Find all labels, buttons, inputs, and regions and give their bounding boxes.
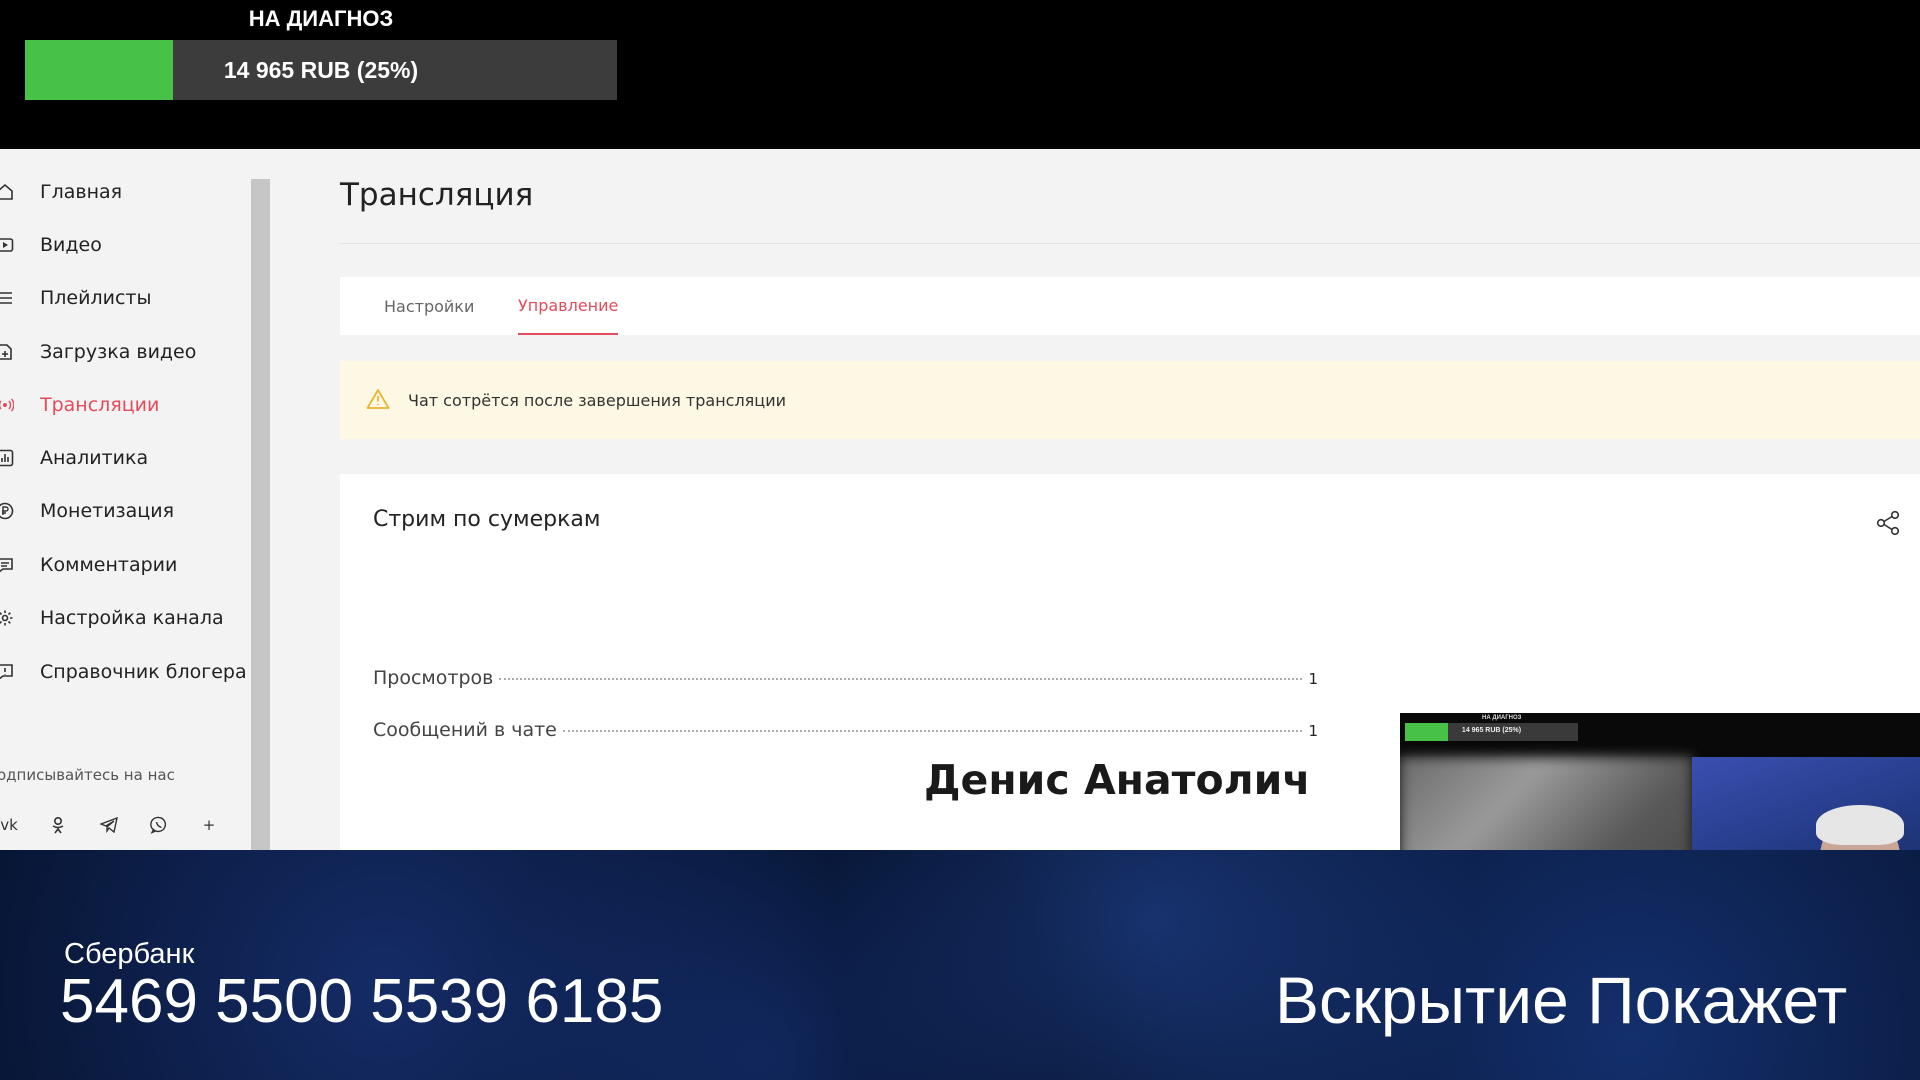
sidebar-item-broadcasts[interactable]: Трансляции — [0, 385, 250, 425]
preview-donation-bar: 14 965 RUB (25%) — [1405, 723, 1578, 741]
slogan: Вскрытие Покажет — [1275, 963, 1848, 1037]
page-title: Трансляция — [340, 177, 534, 213]
card-number: 5469 5500 5539 6185 — [60, 967, 664, 1036]
preview-donation-title: НА ДИАГНОЗ — [1482, 715, 1522, 721]
sidebar-item-label: Видео — [40, 234, 102, 256]
stat-value: 1 — [1308, 722, 1318, 740]
sidebar-item-label: Главная — [40, 181, 123, 203]
analytics-icon — [0, 448, 15, 468]
broadcast-icon — [0, 395, 15, 415]
stream-preview-player[interactable]: НА ДИАГНОЗ 14 965 RUB (25%) ❚❚ 🔈 ⚙ ⛶ — [1400, 713, 1920, 850]
share-icon[interactable] — [1875, 510, 1901, 540]
stat-label: Просмотров — [373, 667, 494, 689]
sidebar-item-label: Комментарии — [40, 554, 178, 576]
chat-name-overlay: Денис Анатолич Н — [924, 756, 1324, 804]
tab-settings[interactable]: Настройки — [384, 277, 474, 335]
vk-icon[interactable]: vk — [0, 812, 22, 838]
sidebar-item-video[interactable]: Видео — [0, 225, 250, 265]
comments-icon — [0, 555, 15, 575]
stat-leader — [499, 678, 1303, 680]
stat-leader — [562, 730, 1303, 732]
sidebar-item-label: Загрузка видео — [40, 341, 197, 363]
preview-blurred-screen — [1400, 757, 1692, 850]
sidebar-item-playlists[interactable]: Плейлисты — [0, 278, 250, 318]
preview-overlay-strip: НА ДИАГНОЗ 14 965 RUB (25%) — [1400, 713, 1920, 757]
sidebar-item-label: Монетизация — [40, 500, 175, 522]
sidebar: Главная Видео Плейлисты Загрузка видео Т… — [0, 149, 252, 850]
ruble-icon — [0, 501, 15, 521]
playlist-icon — [0, 288, 15, 308]
notice-text: Чат сотрётся после завершения трансляции — [408, 390, 786, 410]
title-divider — [340, 243, 1920, 244]
stat-label: Сообщений в чате — [373, 719, 557, 741]
preview-webcam — [1692, 757, 1920, 850]
sidebar-item-comments[interactable]: Комментарии — [0, 545, 250, 585]
sidebar-item-label: Настройка канала — [40, 607, 224, 629]
viber-icon[interactable] — [146, 812, 172, 838]
sidebar-item-label: Аналитика — [40, 447, 149, 469]
donation-amount: 14 965 RUB (25%) — [223, 56, 419, 83]
bottom-banner: Сбербанк 5469 5500 5539 6185 Вскрытие По… — [0, 850, 1920, 1080]
home-icon — [0, 182, 15, 202]
gear-icon — [0, 608, 15, 628]
sidebar-item-channel-settings[interactable]: Настройка канала — [0, 598, 250, 638]
sidebar-item-upload[interactable]: Загрузка видео — [0, 332, 250, 372]
stat-views: Просмотров 1 — [373, 667, 1318, 689]
sidebar-item-monetization[interactable]: Монетизация — [0, 491, 250, 531]
sidebar-scrollbar[interactable] — [251, 179, 270, 850]
sidebar-item-label: Плейлисты — [40, 287, 152, 309]
tab-bar: Настройки Управление — [340, 277, 1920, 335]
stream-title: Стрим по сумеркам — [373, 507, 601, 532]
info-icon — [0, 662, 15, 682]
sidebar-item-blogger-guide[interactable]: Справочник блогера — [0, 652, 250, 692]
plus-icon[interactable]: + — [196, 812, 222, 838]
warning-icon — [366, 388, 390, 414]
stat-chat-messages: Сообщений в чате 1 — [373, 719, 1318, 741]
telegram-icon[interactable] — [96, 812, 122, 838]
upload-icon — [0, 342, 15, 362]
donation-progress-bar: 14 965 RUB (25%) — [25, 40, 617, 100]
tab-management[interactable]: Управление — [518, 277, 619, 335]
sidebar-item-label: Справочник блогера — [40, 661, 247, 683]
stat-value: 1 — [1308, 670, 1318, 688]
video-icon — [0, 235, 15, 255]
follow-us-label: одписывайтесь на нас — [0, 766, 175, 784]
sidebar-item-label: Трансляции — [40, 394, 160, 416]
webcam-hair — [1816, 805, 1904, 845]
sidebar-item-analytics[interactable]: Аналитика — [0, 438, 250, 478]
preview-donation-amount: 14 965 RUB (25%) — [1461, 727, 1522, 734]
sidebar-item-home[interactable]: Главная — [0, 172, 250, 212]
odnoklassniki-icon[interactable] — [45, 812, 71, 838]
donation-title: НА ДИАГНОЗ — [248, 6, 394, 31]
studio-window: Главная Видео Плейлисты Загрузка видео Т… — [0, 149, 1920, 850]
chat-notice: Чат сотрётся после завершения трансляции — [340, 361, 1920, 439]
